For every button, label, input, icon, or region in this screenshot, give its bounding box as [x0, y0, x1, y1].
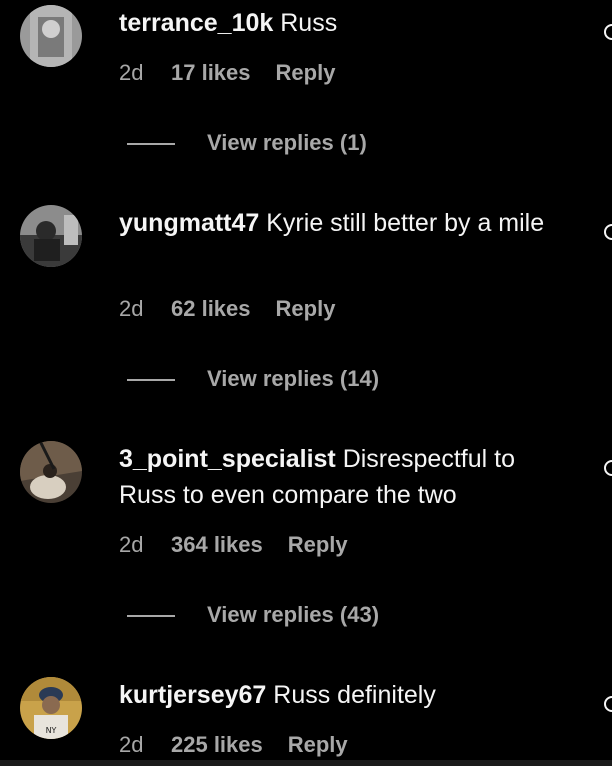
- comment-text: 3_point_specialist Disrespectful to Russ…: [119, 441, 569, 513]
- comment-body: Kyrie still better by a mile: [259, 209, 545, 237]
- avatar[interactable]: NY: [20, 677, 82, 739]
- comment-meta: 2d 225 likes Reply: [119, 730, 348, 760]
- divider-line: [127, 143, 175, 146]
- likes-count[interactable]: 225 likes: [171, 730, 263, 760]
- view-replies-button[interactable]: View replies (43): [127, 600, 379, 630]
- avatar[interactable]: [20, 205, 82, 267]
- reply-button[interactable]: Reply: [276, 58, 336, 88]
- comment-username[interactable]: yungmatt47: [119, 209, 259, 237]
- avatar[interactable]: [20, 441, 82, 503]
- comment-username[interactable]: 3_point_specialist: [119, 445, 336, 473]
- reply-button[interactable]: Reply: [288, 730, 348, 760]
- avatar[interactable]: [20, 5, 82, 67]
- comment-age: 2d: [119, 732, 144, 757]
- comment-body: Russ definitely: [266, 681, 436, 709]
- bottom-bar: [0, 760, 612, 766]
- comment-age: 2d: [119, 532, 144, 557]
- heart-outline-icon[interactable]: [604, 224, 612, 240]
- view-replies-label: View replies (14): [207, 366, 380, 391]
- likes-count[interactable]: 17 likes: [171, 58, 251, 88]
- reply-button[interactable]: Reply: [276, 294, 336, 324]
- comment-meta: 2d 364 likes Reply: [119, 530, 348, 560]
- comment-age: 2d: [119, 60, 144, 85]
- view-replies-label: View replies (1): [207, 130, 367, 155]
- view-replies-button[interactable]: View replies (1): [127, 128, 367, 158]
- reply-button[interactable]: Reply: [288, 530, 348, 560]
- likes-count[interactable]: 364 likes: [171, 530, 263, 560]
- comment-text: kurtjersey67 Russ definitely: [119, 677, 569, 713]
- comment-text: yungmatt47 Kyrie still better by a mile: [119, 205, 569, 241]
- comment-meta: 2d 62 likes Reply: [119, 294, 335, 324]
- comment-body: Russ: [273, 9, 338, 37]
- heart-outline-icon[interactable]: [604, 696, 612, 712]
- likes-count[interactable]: 62 likes: [171, 294, 251, 324]
- heart-outline-icon[interactable]: [604, 460, 612, 476]
- divider-line: [127, 615, 175, 618]
- divider-line: [127, 379, 175, 382]
- view-replies-label: View replies (43): [207, 602, 380, 627]
- comment-age: 2d: [119, 296, 144, 321]
- svg-text:NY: NY: [46, 726, 57, 735]
- heart-outline-icon[interactable]: [604, 24, 612, 40]
- comment-text: terrance_10k Russ: [119, 5, 569, 41]
- comment-meta: 2d 17 likes Reply: [119, 58, 335, 88]
- comment-username[interactable]: terrance_10k: [119, 9, 273, 37]
- view-replies-button[interactable]: View replies (14): [127, 364, 379, 394]
- comment-username[interactable]: kurtjersey67: [119, 681, 266, 709]
